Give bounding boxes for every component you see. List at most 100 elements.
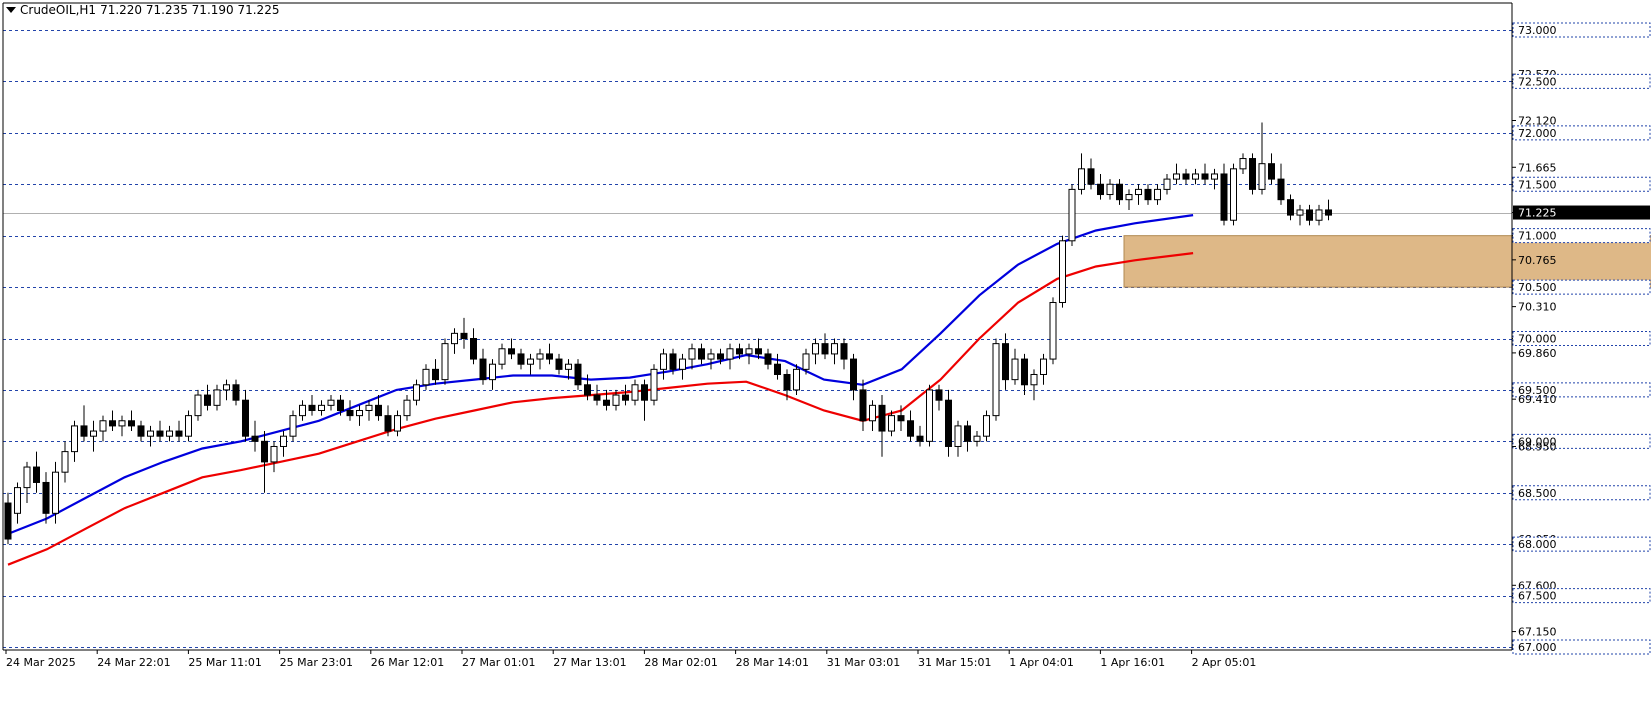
candle-body — [603, 399, 610, 406]
candle-body — [128, 420, 135, 427]
candle-body — [774, 363, 781, 375]
candle-body — [1211, 173, 1218, 180]
candle — [346, 400, 354, 421]
candle — [147, 425, 154, 447]
candle — [23, 461, 31, 504]
candle-body — [859, 389, 867, 422]
candle — [1049, 297, 1057, 365]
candle-body — [270, 445, 278, 463]
candle-body — [1268, 163, 1275, 180]
candle-body — [1182, 173, 1190, 180]
candle-body — [1154, 188, 1161, 201]
candle-body — [384, 415, 392, 432]
candle-body — [71, 425, 78, 453]
candle — [80, 405, 88, 442]
candle-body — [726, 348, 734, 360]
candle-body — [23, 466, 31, 489]
candle — [403, 395, 411, 421]
candle — [489, 359, 496, 390]
candle-body — [1040, 358, 1047, 375]
x-tick-label: 27 Mar 13:01 — [553, 656, 626, 669]
candle-body — [242, 399, 249, 437]
price-chart[interactable]: 73.00072.57072.50072.12072.00071.66571.5… — [0, 0, 1651, 708]
candle-body — [1011, 358, 1019, 381]
candle-body — [90, 430, 97, 437]
candle-body — [422, 368, 430, 386]
candle — [1116, 179, 1123, 205]
candle — [1163, 173, 1171, 195]
candle — [745, 343, 753, 365]
candle-body — [679, 358, 686, 370]
candle — [137, 420, 145, 442]
support-zone-rect — [1123, 235, 1651, 288]
candle-body — [622, 394, 629, 401]
candle-body — [764, 353, 772, 365]
candle-body — [707, 353, 715, 360]
candle-body — [555, 358, 563, 370]
candle — [631, 379, 639, 406]
x-tick-label: 28 Mar 02:01 — [644, 656, 717, 669]
candle — [1154, 184, 1161, 205]
y-tick-label: 69.410 — [1518, 393, 1557, 406]
candle — [555, 353, 563, 375]
y-tick-label: 70.765 — [1518, 254, 1557, 267]
candle-body — [1201, 173, 1209, 180]
candle-body — [660, 353, 667, 370]
candle — [280, 431, 287, 457]
candle — [71, 420, 78, 462]
candle-body — [983, 415, 990, 437]
candle — [318, 400, 325, 416]
candle — [840, 338, 848, 370]
candle — [213, 384, 221, 411]
candle — [479, 348, 487, 385]
candle-body — [1192, 173, 1199, 180]
candle-body — [204, 394, 211, 406]
candle-body — [717, 353, 724, 360]
candle — [1087, 158, 1095, 190]
candle-body — [1239, 158, 1247, 170]
y-tick-label: 70.310 — [1518, 301, 1557, 314]
x-tick-label: 1 Apr 16:01 — [1100, 656, 1165, 669]
candle — [926, 384, 933, 447]
candle-body — [1002, 343, 1009, 381]
candle — [42, 472, 50, 524]
candle — [973, 431, 981, 447]
candle-body — [840, 343, 848, 360]
candle-body — [232, 384, 240, 401]
candle — [33, 451, 40, 493]
candle — [1002, 333, 1009, 390]
y-tick-label: 71.225 — [1518, 207, 1557, 220]
candle-body — [973, 435, 981, 442]
candle-body — [916, 435, 924, 442]
candle-body — [489, 363, 496, 381]
candle — [1078, 153, 1085, 195]
candle — [764, 348, 772, 370]
candle — [356, 405, 363, 426]
candle-body — [1220, 173, 1228, 221]
candle — [1021, 353, 1028, 396]
candle — [1030, 369, 1038, 401]
candle-body — [964, 425, 971, 442]
y-tick-label: 72.000 — [1518, 127, 1557, 140]
candle-body — [650, 368, 658, 401]
candle — [688, 343, 696, 370]
candle-body — [99, 420, 107, 432]
candle-body — [137, 425, 145, 437]
candle-body — [1258, 163, 1266, 190]
candle — [1135, 184, 1142, 205]
x-tick-label: 28 Mar 14:01 — [736, 656, 809, 669]
x-tick-label: 26 Mar 12:01 — [371, 656, 444, 669]
candle-body — [992, 343, 1000, 417]
candle-body — [14, 487, 21, 514]
candle-body — [878, 404, 886, 432]
candle-body — [926, 389, 933, 442]
candle-body — [1125, 194, 1133, 201]
candle — [992, 338, 1000, 421]
candle-body — [52, 471, 59, 514]
candle-body — [831, 343, 838, 355]
candle-body — [356, 409, 363, 417]
candle-body — [403, 399, 411, 417]
candle — [821, 333, 829, 360]
candle-body — [755, 348, 762, 355]
candle-body — [470, 338, 477, 360]
